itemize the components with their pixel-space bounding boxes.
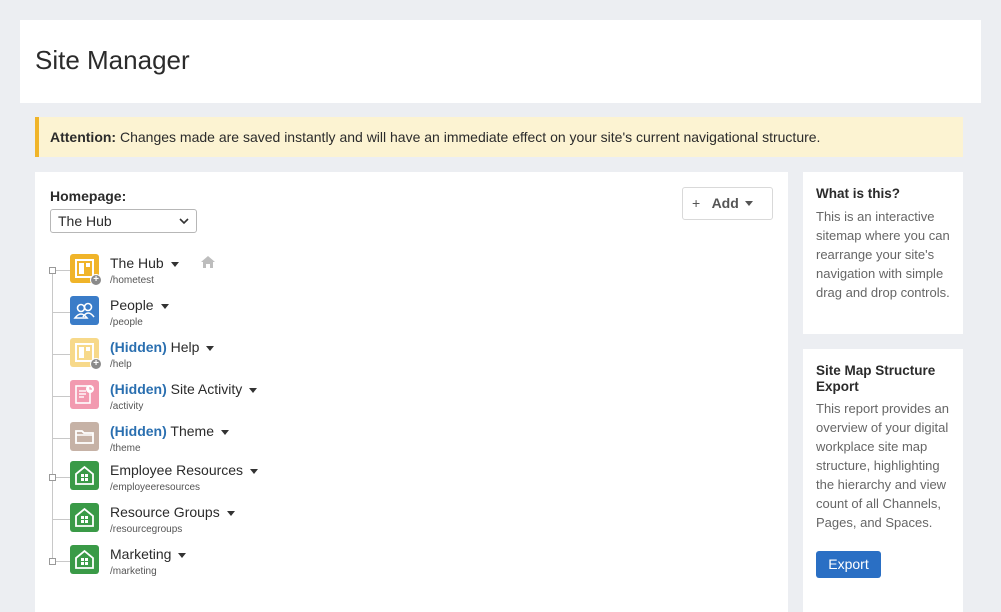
tree-item-label: Site Activity	[170, 381, 243, 397]
hidden-tag: (Hidden)	[110, 339, 167, 355]
caret-down-icon[interactable]	[250, 468, 259, 474]
tree-item-path: /activity	[110, 401, 144, 412]
help-panel: What is this? This is an interactive sit…	[803, 172, 963, 334]
tree-item[interactable]: People/people	[35, 294, 435, 334]
tree-connector	[52, 438, 70, 439]
space-icon	[70, 461, 99, 490]
tree-item-name[interactable]: (Hidden) Site Activity	[110, 381, 258, 397]
layout-plus-icon: +	[70, 254, 102, 286]
tree-item-label: Marketing	[110, 546, 172, 562]
tree-item[interactable]: Marketing/marketing	[35, 543, 435, 583]
tree-item-path: /theme	[110, 443, 141, 454]
hidden-tag: (Hidden)	[110, 423, 167, 439]
attention-text: Changes made are saved instantly and wil…	[119, 129, 821, 145]
tree-item-name[interactable]: (Hidden) Help	[110, 339, 215, 355]
caret-down-icon[interactable]	[220, 429, 229, 435]
caret-down-icon[interactable]	[178, 552, 187, 558]
tree-connector	[52, 396, 70, 397]
help-panel-title: What is this?	[816, 186, 900, 201]
tree-item-label: The Hub	[110, 255, 164, 271]
export-panel-text: This report provides an overview of your…	[816, 401, 949, 530]
tree-item[interactable]: + The Hub/hometest	[35, 252, 435, 292]
tree-item-name[interactable]: The Hub	[110, 255, 179, 271]
page: Site Manager Attention: Changes made are…	[20, 20, 981, 612]
tree-item-label: Resource Groups	[110, 504, 220, 520]
export-panel: Site Map Structure Export This report pr…	[803, 349, 963, 612]
activity-icon	[70, 380, 99, 409]
tree-connector	[52, 354, 70, 355]
tree-connector	[52, 312, 70, 313]
layout-plus-icon: +	[70, 338, 102, 370]
tree-item-path: /help	[110, 359, 132, 370]
tree-item-path: /people	[110, 317, 143, 328]
title-bar: Site Manager	[20, 20, 981, 103]
export-button[interactable]: Export	[816, 551, 881, 578]
tree-connector	[52, 519, 70, 520]
export-panel-title: Site Map Structure Export	[816, 363, 936, 394]
tree-item-label: Theme	[170, 423, 214, 439]
tree-item[interactable]: (Hidden) Site Activity/activity	[35, 378, 435, 418]
tree-item-label: People	[110, 297, 154, 313]
tree-item[interactable]: Resource Groups/resourcegroups	[35, 501, 435, 541]
tree-item-path: /employeeresources	[110, 482, 201, 493]
caret-down-icon[interactable]	[170, 261, 179, 267]
sitemap-tree: + The Hub/hometest People/people + (Hidden) …	[35, 172, 788, 612]
space-icon	[70, 545, 99, 574]
people-icon	[70, 296, 99, 325]
plus-badge-icon: +	[90, 274, 102, 286]
hidden-tag: (Hidden)	[110, 381, 167, 397]
attention-label: Attention:	[50, 129, 117, 145]
tree-item-label: Employee Resources	[110, 462, 244, 478]
plus-badge-icon: +	[90, 358, 102, 370]
attention-banner: Attention: Changes made are saved instan…	[35, 117, 963, 157]
tree-item-path: /hometest	[110, 275, 154, 286]
tree-item[interactable]: + (Hidden) Help/help	[35, 336, 435, 376]
caret-down-icon[interactable]	[249, 387, 258, 393]
page-title: Site Manager	[35, 45, 190, 75]
tree-expander[interactable]	[49, 474, 56, 481]
tree-item-name[interactable]: (Hidden) Theme	[110, 423, 229, 439]
tree-item-label: Help	[170, 339, 200, 355]
tree-item-name[interactable]: Marketing	[110, 546, 187, 562]
sitemap-panel: Homepage: The Hub + Add + The Hub/hometes…	[35, 172, 788, 612]
tree-item-name[interactable]: Employee Resources	[110, 462, 259, 478]
caret-down-icon[interactable]	[226, 510, 235, 516]
tree-item-path: /marketing	[110, 566, 157, 577]
tree-expander[interactable]	[49, 267, 56, 274]
help-panel-text: This is an interactive sitemap where you…	[816, 209, 950, 300]
tree-item[interactable]: (Hidden) Theme/theme	[35, 420, 435, 460]
tree-item[interactable]: Employee Resources/employeeresources	[35, 459, 435, 499]
space-icon	[70, 503, 99, 532]
tree-expander[interactable]	[49, 558, 56, 565]
caret-down-icon[interactable]	[206, 345, 215, 351]
folder-icon	[70, 422, 99, 451]
caret-down-icon[interactable]	[160, 303, 169, 309]
tree-item-name[interactable]: People	[110, 297, 169, 313]
home-icon	[200, 255, 216, 274]
tree-item-path: /resourcegroups	[110, 524, 183, 535]
tree-item-name[interactable]: Resource Groups	[110, 504, 235, 520]
